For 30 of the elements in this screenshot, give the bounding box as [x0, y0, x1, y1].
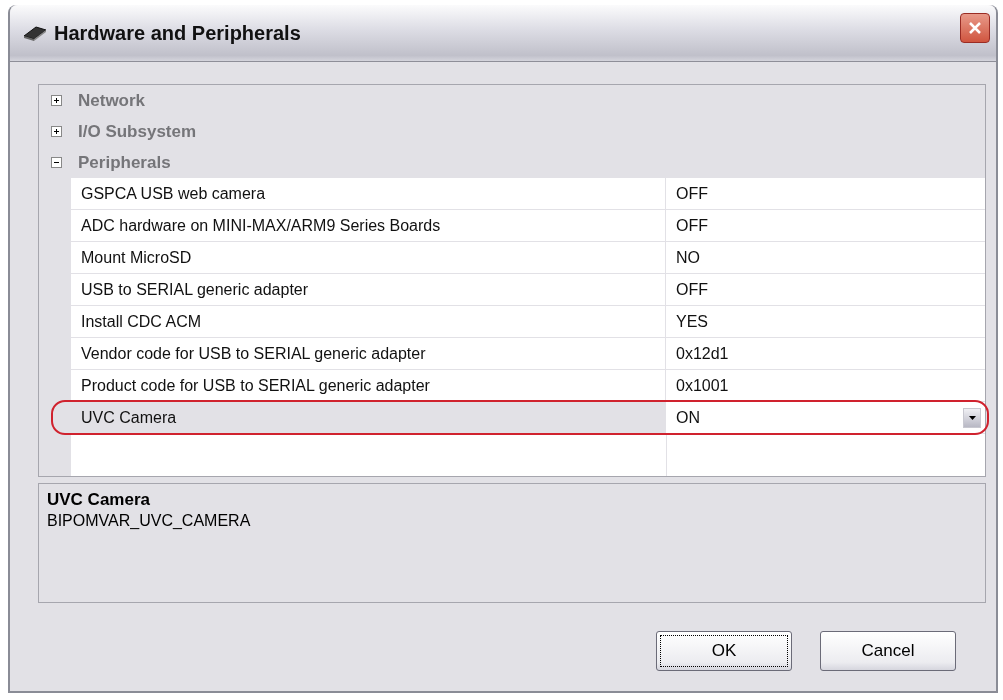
property-name[interactable]: GSPCA USB web camera [71, 178, 666, 209]
ok-button[interactable]: OK [656, 631, 792, 671]
property-value[interactable]: OFF [666, 274, 985, 305]
window-title: Hardware and Peripherals [54, 21, 302, 45]
category-label[interactable]: Network [78, 90, 146, 111]
close-icon[interactable] [967, 20, 983, 36]
property-value[interactable]: OFF [666, 178, 985, 209]
property-value[interactable]: OFF [666, 210, 985, 241]
property-name[interactable]: Install CDC ACM [71, 306, 666, 337]
close-button[interactable] [960, 13, 990, 43]
category-label[interactable]: Peripherals [78, 152, 171, 173]
property-value[interactable]: 0x12d1 [666, 338, 985, 369]
property-name[interactable]: USB to SERIAL generic adapter [71, 274, 666, 305]
expand-icon[interactable] [51, 95, 62, 106]
property-name[interactable]: Mount MicroSD [71, 242, 666, 273]
property-value[interactable]: YES [666, 306, 985, 337]
property-value[interactable]: NO [666, 242, 985, 273]
category-label[interactable]: I/O Subsystem [78, 121, 197, 142]
collapse-icon[interactable] [51, 157, 62, 168]
device-icon [22, 24, 48, 42]
description-title: UVC Camera [47, 490, 151, 510]
expand-icon[interactable] [51, 126, 62, 137]
property-name[interactable]: Product code for USB to SERIAL generic adapter [71, 370, 666, 401]
property-name[interactable]: UVC Camera [71, 402, 666, 433]
property-name[interactable]: Vendor code for USB to SERIAL generic adapter [71, 338, 666, 369]
property-value[interactable]: 0x1001 [666, 370, 985, 401]
property-name[interactable]: ADC hardware on MINI-MAX/ARM9 Series Boards [71, 210, 666, 241]
description-text: BIPOMVAR_UVC_CAMERA [47, 512, 252, 530]
property-dropdown[interactable]: ON [666, 402, 985, 433]
cancel-button[interactable]: Cancel [820, 631, 956, 671]
